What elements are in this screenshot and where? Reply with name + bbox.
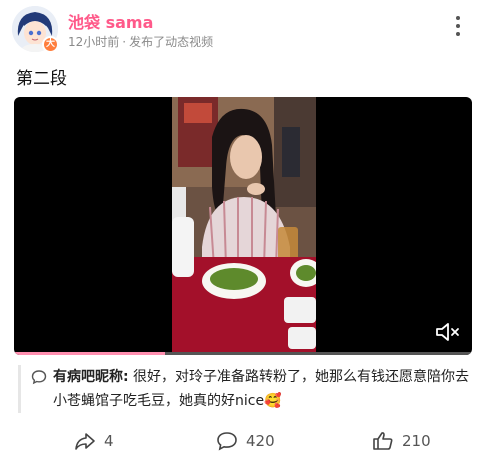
post-header: 大 池袋 sama 12小时前 · 发布了动态视频 [0,0,499,60]
post-text: 第二段 [16,69,67,89]
verified-badge: 大 [42,36,59,53]
comment-count: 420 [246,432,275,450]
share-button[interactable]: 4 [74,426,114,456]
video-player[interactable] [14,97,472,355]
action-bar: 4 420 210 [0,426,499,456]
video-frame [172,97,316,355]
comment-author[interactable]: 有病吧昵称: [53,369,129,385]
share-count: 4 [104,432,114,450]
username[interactable]: 池袋 sama [68,9,153,33]
comment-button[interactable]: 420 [216,426,275,456]
more-options-icon[interactable] [446,12,470,40]
featured-comment[interactable]: 有病吧昵称: 很好，对玲子准备路转粉了，她那么有钱还愿意陪你去小苍蝇馆子吃毛豆，… [18,365,478,413]
like-count: 210 [402,432,431,450]
video-progress-fill [14,352,166,355]
meta-separator: · [122,35,127,49]
comment-text: 有病吧昵称: 很好，对玲子准备路转粉了，她那么有钱还愿意陪你去小苍蝇馆子吃毛豆，… [33,365,478,413]
mute-icon[interactable] [434,321,462,343]
video-progress[interactable] [14,352,472,355]
thumbs-up-icon [373,432,393,450]
post-action: 发布了动态视频 [129,35,214,49]
like-button[interactable]: 210 [372,426,431,456]
post-meta: 12小时前 · 发布了动态视频 [68,33,213,50]
share-icon [75,433,95,450]
comment-bubble-icon [31,370,47,385]
post-time: 12小时前 [68,35,120,49]
comment-icon [217,432,237,451]
